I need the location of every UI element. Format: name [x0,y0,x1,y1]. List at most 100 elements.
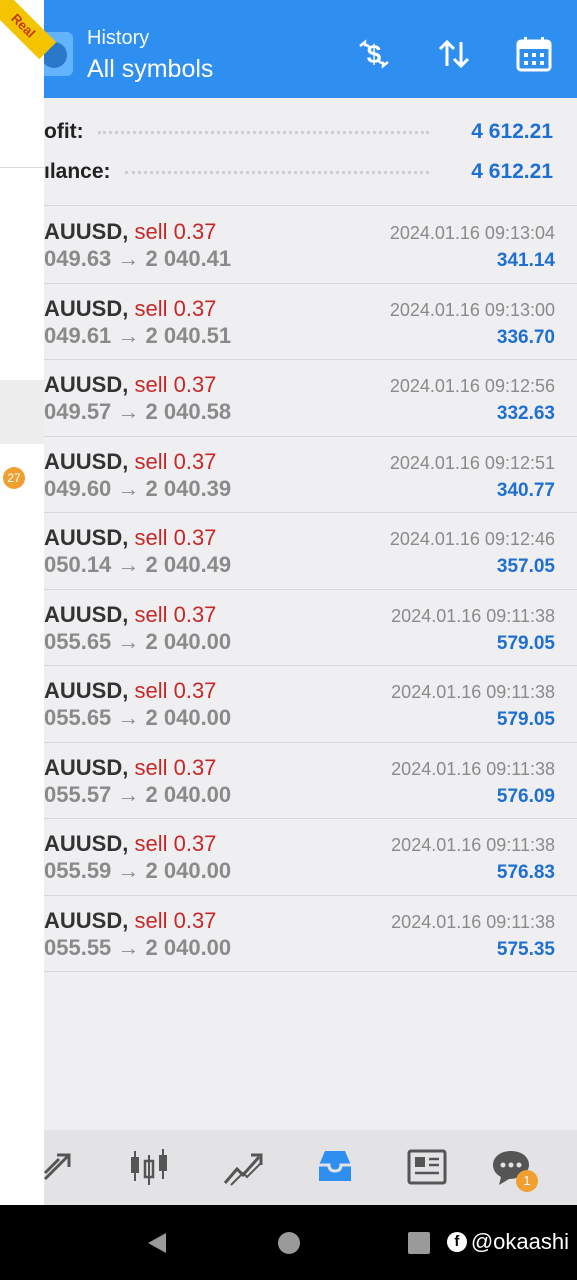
trade-profit: 579.05 [496,709,555,730]
account-ribbon-wrap: Real [0,0,60,60]
symbol-text: AUUSD, [44,295,129,321]
trade-row[interactable]: AUUSD, sell 0.37 050.14 → 2 040.49 2024.01… [44,513,577,590]
quotes-icon[interactable] [36,1144,82,1190]
symbol-text: AUUSD, [44,754,129,780]
header-title: All symbols [87,55,214,83]
trade-side: sell 0.37 [134,295,217,321]
trade-profit: 336.70 [496,326,555,348]
trade-profit: 357.05 [496,556,555,577]
trade-side: sell 0.37 [134,601,217,627]
trade-symbol: AUUSD, sell 0.37 [44,525,216,551]
trade-side: sell 0.37 [134,678,217,703]
svg-text:$: $ [367,39,382,69]
trade-row[interactable]: AUUSD, sell 0.37 049.60 → 2 040.39 2024.01… [44,436,577,513]
trade-time: 2024.01.16 09:11:38 [391,758,555,779]
trade-prices: 049.61 → 2 040.51 [44,322,232,348]
trade-prices: 055.59 → 2 040.00 [44,858,232,883]
dotted-leader [97,130,429,134]
symbol-text: AUUSD, [44,831,129,856]
trade-side: sell 0.37 [134,448,217,474]
chat-icon[interactable]: 1 [488,1144,538,1192]
trade-side: sell 0.37 [134,754,217,780]
trade-profit: 332.63 [496,403,555,424]
trade-row[interactable]: AUUSD, sell 0.37 049.63 → 2 040.41 2024.01… [44,207,577,284]
trade-row[interactable]: AUUSD, sell 0.37 049.57 → 2 040.58 2024.01… [44,360,577,437]
balance-label: ılance: [44,160,111,183]
trade-symbol: AUUSD, sell 0.37 [44,831,216,857]
bottom-navigation: 1 [43,1130,577,1205]
balance-value: 4 612.21 [471,160,553,183]
side-drawer[interactable]: 27 [0,0,44,1205]
trade-time: 2024.01.16 09:13:04 [389,223,555,243]
news-icon[interactable] [404,1144,450,1190]
home-icon[interactable] [277,1231,301,1260]
trade-side: sell 0.37 [134,525,217,550]
trade-row[interactable]: AUUSD, sell 0.37 055.59 → 2 040.00 2024.01… [44,819,577,896]
sort-icon[interactable] [434,34,474,74]
trade-profit: 579.05 [496,632,555,654]
trade-profit: 576.09 [496,785,555,807]
watermark-text: @okaashi [470,1229,569,1254]
trade-symbol: AUUSD, sell 0.37 [44,908,216,934]
trade-prices: 055.55 → 2 040.00 [44,934,232,960]
trade-profit: 576.83 [496,862,555,883]
trade-symbol: AUUSD, sell 0.37 [44,449,216,475]
trade-symbol: AUUSD, sell 0.37 [44,602,216,628]
summary-panel: ofit: 4 612.21 ılance: 4 612.21 [44,98,577,206]
trade-icon[interactable] [220,1144,266,1190]
trade-time: 2024.01.16 09:11:38 [391,605,555,626]
trade-row[interactable]: AUUSD, sell 0.37 055.65 → 2 040.00 2024.01… [44,666,577,743]
trade-time: 2024.01.16 09:11:38 [391,911,555,932]
trade-side: sell 0.37 [134,831,217,856]
trade-time: 2024.01.16 09:13:00 [389,299,555,320]
trade-profit: 340.77 [496,479,555,501]
profit-value: 4 612.21 [471,120,553,143]
symbol-text: AUUSD, [44,448,129,474]
balance-row: ılance: 4 612.21 [44,152,577,192]
trade-prices: 055.57 → 2 040.00 [44,781,232,807]
account-ribbon: Real [0,0,57,60]
trade-prices: 050.14 → 2 040.49 [44,552,232,577]
trade-symbol: AUUSD, sell 0.37 [44,219,216,245]
trade-row[interactable]: AUUSD, sell 0.37 055.57 → 2 040.00 2024.01… [44,742,577,819]
trade-prices: 049.63 → 2 040.41 [44,246,232,271]
trade-prices: 049.60 → 2 040.39 [44,475,232,501]
history-icon[interactable] [312,1144,358,1190]
currency-icon[interactable]: $ [354,34,394,74]
drawer-highlight [0,380,44,444]
profit-label: ofit: [44,120,84,143]
system-navigation-bar: f @okaashi [0,1205,577,1280]
trade-time: 2024.01.16 09:11:38 [391,682,555,702]
watermark: f @okaashi [446,1229,569,1255]
trade-profit: 341.14 [496,250,555,271]
calendar-icon[interactable] [514,34,554,74]
trade-row[interactable]: AUUSD, sell 0.37 055.65 → 2 040.00 2024.01… [44,589,577,666]
chart-icon[interactable] [126,1144,172,1190]
app-header: History All symbols $ [0,0,577,98]
trade-time: 2024.01.16 09:11:38 [391,835,555,855]
header-titles[interactable]: History All symbols [87,26,213,86]
drawer-divider [0,167,44,168]
trade-row[interactable]: AUUSD, sell 0.37 049.61 → 2 040.51 2024.01… [44,283,577,360]
trade-list: AUUSD, sell 0.37 049.63 → 2 040.41 2024.01… [44,207,577,972]
trade-row[interactable]: AUUSD, sell 0.37 055.55 → 2 040.00 2024.01… [44,895,577,972]
trade-side: sell 0.37 [134,907,217,933]
trade-symbol: AUUSD, sell 0.37 [44,296,216,322]
trade-side: sell 0.37 [134,219,217,244]
symbol-text: AUUSD, [44,678,129,703]
back-icon[interactable] [146,1231,168,1260]
drawer-badge: 27 [3,467,25,489]
chat-badge: 1 [516,1170,538,1192]
trade-prices: 055.65 → 2 040.00 [44,628,232,654]
trade-time: 2024.01.16 09:12:51 [389,452,555,473]
symbol-text: AUUSD, [44,525,129,550]
header-subtitle: History [87,27,150,49]
recents-icon[interactable] [407,1231,431,1260]
facebook-icon: f [446,1232,467,1252]
symbol-text: AUUSD, [44,372,129,397]
trade-time: 2024.01.16 09:12:56 [389,376,555,396]
trade-symbol: AUUSD, sell 0.37 [44,755,216,781]
profit-row: ofit: 4 612.21 [44,112,577,152]
trade-profit: 575.35 [496,938,555,960]
trade-side: sell 0.37 [134,372,217,397]
